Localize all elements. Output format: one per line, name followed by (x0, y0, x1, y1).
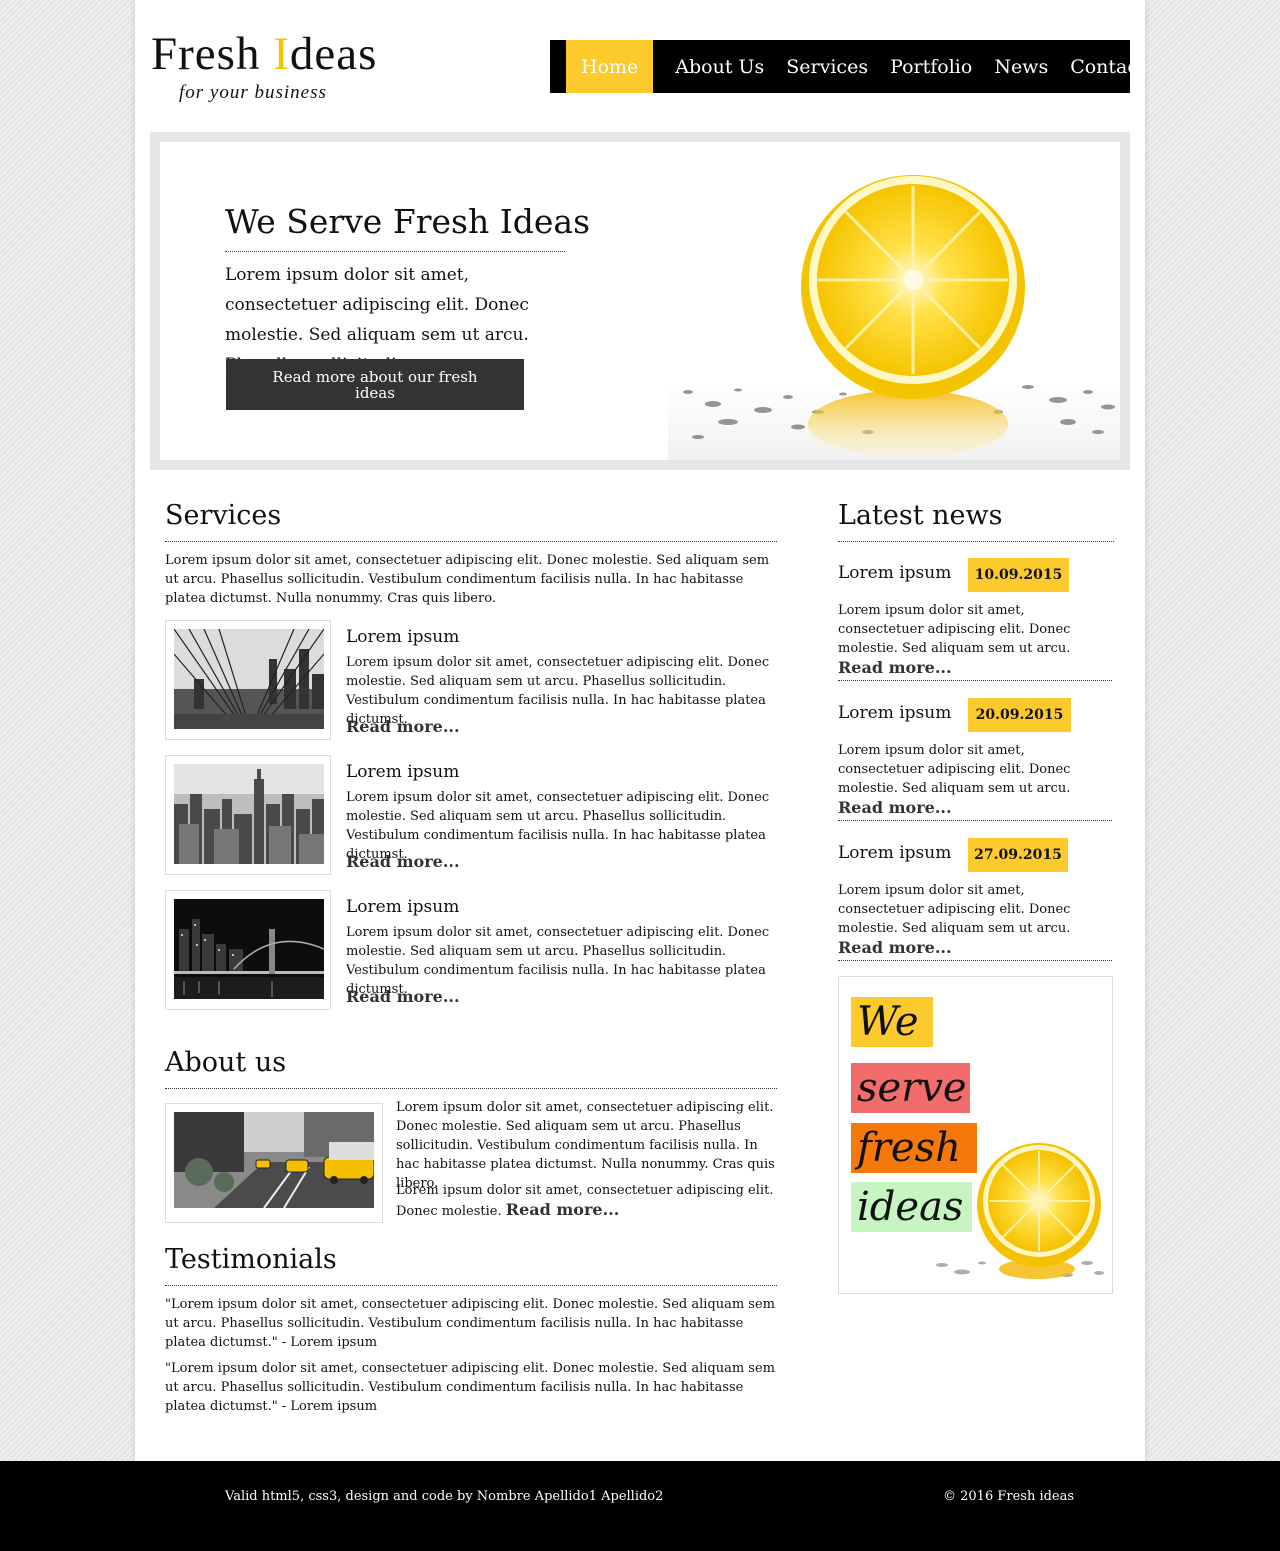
news-item-text: Lorem ipsum dolor sit amet, consectetuer… (838, 743, 1071, 817)
news-item-title: Lorem ipsum (838, 843, 952, 863)
bridge-cables-photo (174, 629, 324, 729)
taxi-street-photo (174, 1112, 374, 1208)
footer-credits: Valid html5, css3, design and code by No… (225, 1489, 664, 1504)
testimonial-quote: "Lorem ipsum dolor sit amet, consectetue… (165, 1297, 775, 1350)
nav-portfolio[interactable]: Portfolio (879, 40, 983, 93)
about-divider (165, 1088, 777, 1089)
service-thumbnail[interactable] (165, 755, 331, 875)
news-read-more-link[interactable]: Read more... (838, 938, 952, 957)
news-item-date: 10.09.2015 (968, 558, 1069, 592)
promo-word: serve (851, 1063, 970, 1113)
logo-wordmark: Fresh Ideas (151, 28, 378, 80)
about-text-2: Lorem ipsum dolor sit amet, consectetuer… (396, 1183, 774, 1219)
news-read-more-link[interactable]: Read more... (838, 658, 952, 677)
main-nav: Home About Us Services Portfolio News Co… (550, 40, 1146, 93)
news-item-divider (838, 680, 1112, 681)
promo-word: We (851, 997, 933, 1047)
about-read-more-link[interactable]: Read more... (506, 1200, 620, 1219)
news-item-divider (838, 820, 1112, 821)
hero-divider (225, 251, 565, 252)
service-title: Lorem ipsum (346, 762, 460, 782)
hero-title: We Serve Fresh Ideas (225, 202, 590, 241)
service-thumbnail[interactable] (165, 890, 331, 1010)
logo-tagline: for your business (179, 82, 327, 103)
testimonials-heading: Testimonials (165, 1244, 337, 1275)
site-footer: Valid html5, css3, design and code by No… (0, 1461, 1280, 1551)
service-title: Lorem ipsum (346, 627, 460, 647)
news-item-text: Lorem ipsum dolor sit amet, consectetuer… (838, 603, 1071, 677)
page-container: Fresh Ideas for your business Home About… (135, 0, 1146, 1461)
nav-contact[interactable]: Contact (1059, 40, 1156, 93)
nav-services[interactable]: Services (775, 40, 879, 93)
testimonials-divider (165, 1285, 777, 1286)
lemon-image (936, 1143, 1104, 1279)
testimonial-quote: "Lorem ipsum dolor sit amet, consectetue… (165, 1361, 775, 1414)
city-skyline-photo (174, 764, 324, 864)
news-divider (838, 541, 1114, 542)
service-title: Lorem ipsum (346, 897, 460, 917)
news-read-more-link[interactable]: Read more... (838, 798, 952, 817)
about-text-1: Lorem ipsum dolor sit amet, consectetuer… (396, 1100, 775, 1191)
nav-news[interactable]: News (983, 40, 1059, 93)
hero-banner: We Serve Fresh Ideas Lorem ipsum dolor s… (150, 132, 1130, 470)
hero-read-more-button[interactable]: Read more about our fresh ideas (226, 359, 524, 410)
about-heading: About us (165, 1047, 287, 1078)
service-read-more-link[interactable]: Read more... (346, 987, 460, 1006)
nav-about-us[interactable]: About Us (664, 40, 775, 93)
news-heading: Latest news (838, 500, 1003, 531)
lemon-image (668, 175, 1120, 460)
news-item-date: 27.09.2015 (968, 838, 1068, 872)
logo[interactable]: Fresh Ideas for your business (151, 28, 381, 108)
services-intro: Lorem ipsum dolor sit amet, consectetuer… (165, 553, 770, 606)
news-item-text: Lorem ipsum dolor sit amet, consectetuer… (838, 883, 1071, 957)
service-thumbnail[interactable] (165, 620, 331, 740)
service-read-more-link[interactable]: Read more... (346, 717, 460, 736)
nav-home[interactable]: Home (566, 40, 654, 93)
hero-inner: We Serve Fresh Ideas Lorem ipsum dolor s… (160, 142, 1120, 460)
services-divider (165, 541, 777, 542)
news-item-date: 20.09.2015 (968, 698, 1071, 732)
night-bridge-photo (174, 899, 324, 999)
service-read-more-link[interactable]: Read more... (346, 852, 460, 871)
news-item-title: Lorem ipsum (838, 563, 952, 583)
about-thumbnail[interactable] (165, 1103, 383, 1223)
services-heading: Services (165, 500, 282, 531)
news-item-title: Lorem ipsum (838, 703, 952, 723)
promo-banner[interactable]: We serve fresh ideas (838, 976, 1113, 1294)
footer-copyright: © 2016 Fresh ideas (943, 1489, 1075, 1504)
news-item-divider (838, 960, 1112, 961)
